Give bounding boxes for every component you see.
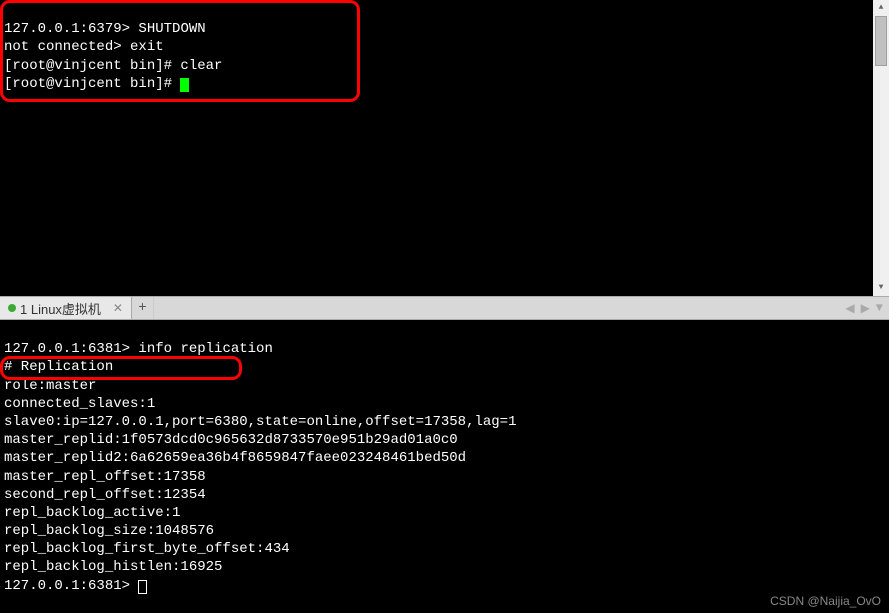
terminal-output: repl_backlog_active:1 — [4, 505, 180, 521]
terminal-prompt: 127.0.0.1:6381> — [4, 341, 130, 357]
add-tab-button[interactable]: + — [132, 297, 154, 319]
terminal-prompt: 127.0.0.1:6379> — [4, 21, 130, 37]
chevron-right-icon[interactable]: ▶ — [859, 301, 872, 316]
tab-bar: 1 Linux虚拟机 ✕ + ◀ ▶ ▼ — [0, 296, 889, 320]
watermark-text: CSDN @Naijia_OvO — [770, 594, 881, 608]
cursor-icon — [138, 580, 147, 594]
scroll-up-icon[interactable]: ▲ — [873, 0, 889, 16]
terminal-output: master_replid:1f0573dcd0c965632d8733570e… — [4, 432, 458, 448]
terminal-output: repl_backlog_size:1048576 — [4, 523, 214, 539]
cursor-icon — [180, 78, 189, 92]
terminal-output: repl_backlog_histlen:16925 — [4, 559, 222, 575]
terminal-command: clear — [172, 58, 222, 74]
terminal-command: info replication — [130, 341, 273, 357]
terminal-output: master_repl_offset:17358 — [4, 469, 206, 485]
terminal-output: second_repl_offset:12354 — [4, 487, 206, 503]
chevron-left-icon[interactable]: ◀ — [843, 301, 856, 316]
terminal-output: # Replication — [4, 359, 113, 375]
terminal-command: exit — [122, 39, 164, 55]
terminal-output: connected_slaves:1 — [4, 396, 155, 412]
terminal-output-role: role:master — [4, 378, 96, 394]
terminal-output: repl_backlog_first_byte_offset:434 — [4, 541, 290, 557]
terminal-command: SHUTDOWN — [130, 21, 206, 37]
tab-nav-controls: ◀ ▶ ▼ — [843, 301, 885, 316]
terminal-output: slave0:ip=127.0.0.1,port=6380,state=onli… — [4, 414, 516, 430]
chevron-down-icon[interactable]: ▼ — [874, 301, 885, 315]
scroll-down-icon[interactable]: ▼ — [873, 280, 889, 296]
top-terminal-pane[interactable]: 127.0.0.1:6379> SHUTDOWN not connected> … — [0, 0, 889, 296]
scrollbar-thumb[interactable] — [875, 16, 887, 66]
terminal-prompt: 127.0.0.1:6381> — [4, 578, 138, 594]
terminal-prompt: [root@vinjcent bin]# — [4, 58, 172, 74]
tab-linux-vm[interactable]: 1 Linux虚拟机 ✕ — [0, 297, 132, 319]
terminal-prompt: not connected> — [4, 39, 122, 55]
terminal-prompt: [root@vinjcent bin]# — [4, 76, 180, 92]
tab-label: 1 Linux虚拟机 — [20, 299, 101, 318]
scrollbar-vertical[interactable]: ▲ ▼ — [873, 0, 889, 296]
close-icon[interactable]: ✕ — [113, 301, 123, 315]
bottom-terminal-pane[interactable]: 127.0.0.1:6381> info replication # Repli… — [0, 320, 889, 610]
terminal-output: master_replid2:6a62659ea36b4f8659847faee… — [4, 450, 466, 466]
status-dot-icon — [8, 304, 16, 312]
